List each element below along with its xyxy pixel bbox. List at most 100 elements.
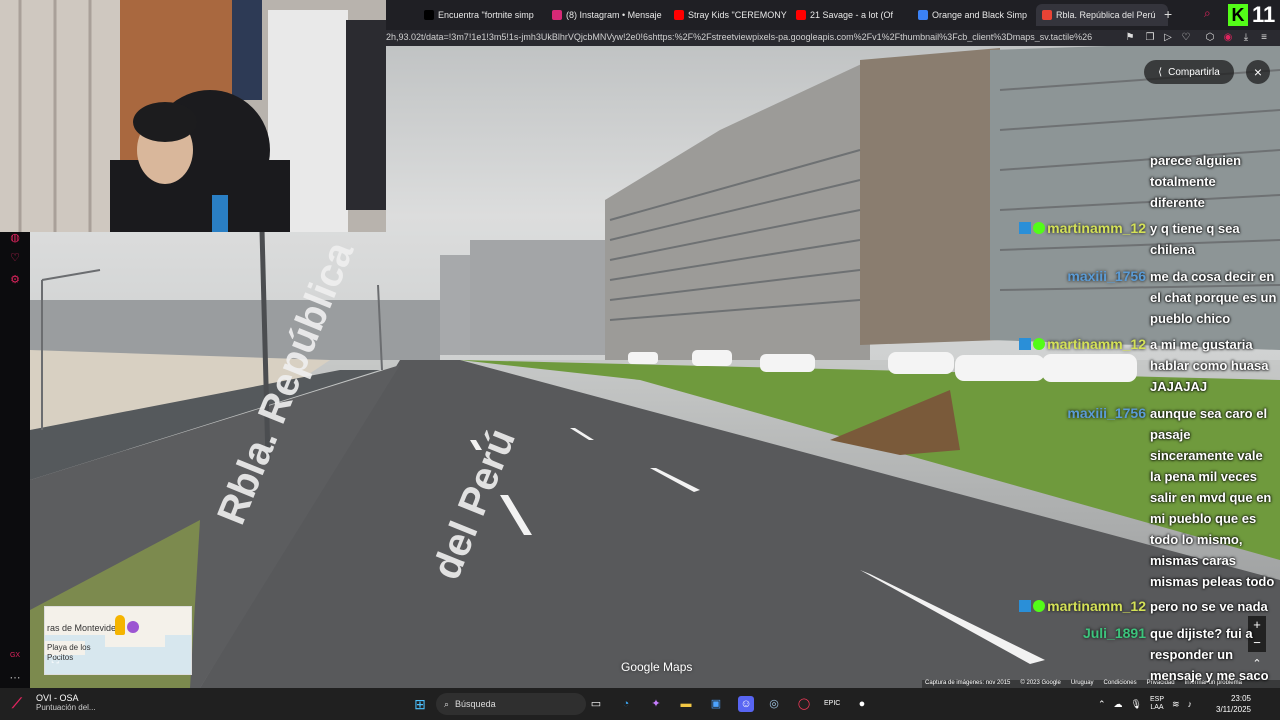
notification-subtitle: Puntuación del...: [36, 703, 96, 712]
task-view-icon[interactable]: ▭: [588, 696, 604, 712]
wifi-icon[interactable]: ≋: [1172, 699, 1180, 710]
maps-icon: [1042, 10, 1052, 20]
chat-message: pero no se ve nada: [1150, 599, 1268, 614]
share-label: Compartirla: [1168, 66, 1220, 78]
moderator-badge-icon: [1019, 222, 1032, 234]
bookmark-icon[interactable]: ⚑: [1124, 32, 1136, 44]
map-footer-item: Captura de imágenes: nov 2015: [925, 680, 1011, 686]
instagram-icon: [552, 10, 562, 20]
sidebar-settings-icon[interactable]: ⚙: [9, 274, 21, 286]
notification-title: OVI - OSA: [36, 693, 79, 703]
left-sidebar: ◍ ♡ ⚙ GX ⋯: [0, 232, 30, 688]
microphone-icon[interactable]: 🎙: [1131, 699, 1142, 710]
taskbar-notification[interactable]: ⟋ OVI - OSA Puntuación del...: [12, 693, 96, 712]
browser-tab[interactable]: Encuentra "fortnite simp: [424, 4, 544, 26]
browser-tab[interactable]: (8) Instagram • Mensaje: [552, 4, 668, 26]
chat-username-text: maxiii_1756: [1067, 405, 1146, 421]
cloud-icon[interactable]: ☁: [1114, 699, 1123, 710]
chat-username[interactable]: martinamm_12: [1019, 596, 1146, 616]
system-clock[interactable]: 23:05 3/11/2025: [1216, 693, 1251, 715]
app-logo-icon: ⟋: [12, 694, 22, 711]
webcam-feed: [0, 0, 386, 232]
opera-gx-icon[interactable]: ◯: [796, 696, 812, 712]
canva-icon: [918, 10, 928, 20]
chat-username-text: maxiii_1756: [1067, 268, 1146, 284]
play-icon[interactable]: ▷: [1162, 32, 1174, 44]
obs-icon[interactable]: ●: [854, 696, 870, 712]
profile-icon[interactable]: ◉: [1222, 32, 1234, 44]
file-explorer-icon[interactable]: ▬: [678, 696, 694, 712]
minimap-city-label: ras de Montevideo: [47, 623, 122, 633]
chat-username[interactable]: martinamm_12: [1019, 334, 1146, 354]
search-placeholder: Búsqueda: [455, 699, 496, 709]
tiktok-icon: [424, 10, 434, 20]
copy-icon[interactable]: ❐: [1144, 32, 1156, 44]
chat-username[interactable]: maxiii_1756: [1067, 403, 1146, 423]
url-text[interactable]: 2h,93.02t/data=!3m7!1e1!3m5!1s-jmh3UkBlh…: [386, 32, 1116, 42]
menu-icon[interactable]: ≡: [1258, 32, 1270, 44]
chat-message: me da cosa decir en el chat porque es un…: [1150, 269, 1277, 326]
address-bar[interactable]: 2h,93.02t/data=!3m7!1e1!3m5!1s-jmh3UkBlh…: [386, 30, 1280, 46]
search-icon: ⌕: [444, 698, 450, 709]
chat-username-text: Juli_1891: [1082, 625, 1146, 641]
search-tabs-icon[interactable]: ⌕: [1204, 7, 1216, 19]
stream-chat: parece alguien totalmente diferente marti…: [1000, 150, 1280, 688]
subscriber-badge-icon: [1033, 600, 1046, 612]
heart-icon[interactable]: ♡: [1180, 32, 1192, 44]
tab-label: Rbla. República del Perú: [1056, 10, 1156, 20]
chat-message: y q tiene q sea chilena: [1150, 221, 1240, 257]
chat-username[interactable]: maxiii_1756: [1067, 266, 1146, 286]
browser-tab[interactable]: Rbla. República del Perú: [1036, 4, 1168, 26]
tab-label: Stray Kids "CEREMONY: [688, 10, 787, 20]
chat-message: aunque sea caro el pasaje sinceramente v…: [1150, 406, 1275, 589]
moderator-badge-icon: [1019, 338, 1032, 350]
new-tab-button[interactable]: +: [1164, 6, 1172, 22]
tab-label: 21 Savage - a lot (Of: [810, 10, 894, 20]
extensions-icon[interactable]: ⬡: [1204, 32, 1216, 44]
edge-icon[interactable]: ◔: [618, 696, 634, 712]
chat-username-text: martinamm_12: [1047, 598, 1146, 614]
kick-viewer-count: 11: [1252, 2, 1276, 27]
share-icon: ⟨: [1158, 66, 1163, 78]
browser-tab[interactable]: 21 Savage - a lot (Of: [796, 4, 912, 26]
youtube-icon: [796, 10, 806, 20]
browser-tab[interactable]: Stray Kids "CEREMONY: [674, 4, 790, 26]
tab-label: (8) Instagram • Mensaje: [566, 10, 662, 20]
close-streetview-button[interactable]: ×: [1246, 60, 1270, 84]
steam-icon[interactable]: ◎: [766, 696, 782, 712]
chat-message: que dijiste? fui a responder un mensaje …: [1150, 626, 1269, 683]
volume-icon[interactable]: ♪: [1188, 699, 1193, 709]
sidebar-follow-icon[interactable]: ♡: [9, 252, 21, 264]
windows-taskbar: ⟋ OVI - OSA Puntuación del... ⊞ ⌕ Búsque…: [0, 688, 1280, 720]
share-button[interactable]: ⟨ Compartirla: [1144, 60, 1234, 84]
google-maps-watermark: Google Maps: [621, 660, 693, 674]
mini-map[interactable]: ras de Montevideo Playa de los Pocitos: [44, 606, 192, 675]
discord-icon[interactable]: ☺: [738, 696, 754, 712]
chat-message: parece alguien totalmente diferente: [1150, 153, 1242, 210]
taskbar-search[interactable]: ⌕ Búsqueda: [436, 693, 586, 715]
clock-date: 3/11/2025: [1216, 705, 1251, 714]
chat-message: a mi me gustaria hablar como huasa JAJAJ…: [1150, 337, 1269, 394]
pegman-icon[interactable]: [115, 615, 125, 635]
language-indicator[interactable]: ESP LAA: [1150, 696, 1164, 712]
download-icon[interactable]: ⤓: [1240, 32, 1252, 44]
store-icon[interactable]: ▣: [708, 696, 724, 712]
chat-username[interactable]: Juli_1891: [1083, 623, 1146, 643]
lang-layout: LAA: [1150, 704, 1164, 711]
chat-username[interactable]: martinamm_12: [1019, 218, 1146, 238]
windows-start-icon[interactable]: ⊞: [412, 696, 428, 712]
expand-map-icon[interactable]: ⛶: [52, 656, 62, 666]
browser-tab[interactable]: Orange and Black Simp: [918, 4, 1030, 26]
chevron-up-icon[interactable]: ⌃: [1098, 699, 1106, 710]
browser-tab-bar: Encuentra "fortnite simp (8) Instagram • …: [386, 0, 1280, 30]
copilot-icon[interactable]: ✦: [648, 696, 664, 712]
sidebar-more-icon[interactable]: ⋯: [9, 672, 21, 684]
epic-games-icon[interactable]: EPIC: [824, 696, 840, 712]
sidebar-gx-icon[interactable]: GX: [9, 650, 21, 662]
subscriber-badge-icon: [1033, 338, 1046, 350]
kick-logo: K: [1228, 4, 1248, 26]
sidebar-home-icon[interactable]: ◍: [9, 232, 21, 244]
place-pin-icon: [127, 621, 139, 633]
moderator-badge-icon: [1019, 600, 1032, 612]
chat-username-text: martinamm_12: [1047, 220, 1146, 236]
